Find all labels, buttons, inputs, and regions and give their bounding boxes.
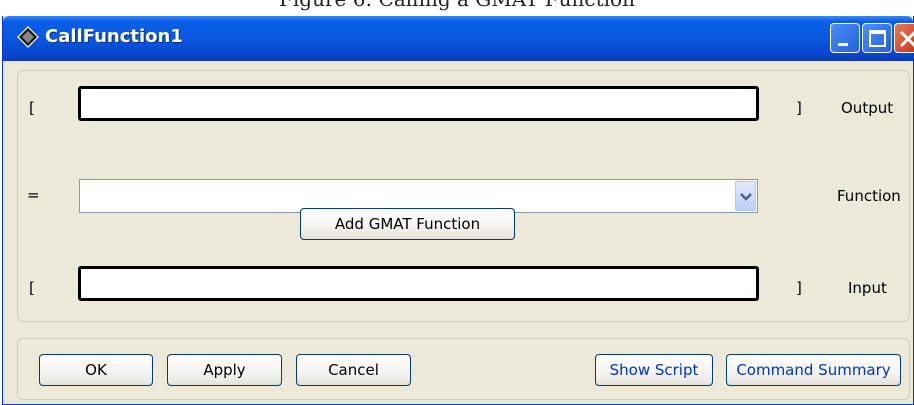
minimize-button[interactable] (830, 23, 860, 53)
window-title: CallFunction1 (45, 26, 183, 47)
command-summary-button[interactable]: Command Summary (726, 354, 901, 386)
app-icon (17, 26, 39, 48)
maximize-icon (869, 30, 886, 47)
add-gmat-function-button[interactable]: Add GMAT Function (300, 208, 515, 240)
output-close-bracket: ] (796, 99, 802, 117)
output-label: Output (841, 99, 894, 117)
output-field[interactable] (78, 86, 759, 121)
output-open-bracket: [ (29, 99, 35, 117)
cancel-button[interactable]: Cancel (296, 354, 411, 386)
apply-button[interactable]: Apply (167, 354, 282, 386)
close-button[interactable] (894, 23, 914, 53)
dropdown-button[interactable] (735, 181, 756, 211)
dropdown-arrow-icon (740, 193, 752, 201)
figure-caption: Figure 6: Calling a GMAT Function (0, 0, 914, 11)
input-close-bracket: ] (796, 279, 802, 297)
show-script-button[interactable]: Show Script (595, 354, 713, 386)
maximize-button[interactable] (862, 23, 892, 53)
input-open-bracket: [ (29, 279, 35, 297)
title-bar[interactable]: CallFunction1 (3, 16, 914, 61)
minimize-icon (838, 43, 848, 46)
input-label: Input (848, 279, 887, 297)
input-field[interactable] (78, 266, 759, 301)
equals-sign: = (27, 186, 40, 204)
dialog-window: CallFunction1 [ ] Output = Function Add … (2, 16, 914, 405)
close-icon (899, 30, 914, 48)
function-label: Function (837, 187, 901, 205)
ok-button[interactable]: OK (39, 354, 153, 386)
